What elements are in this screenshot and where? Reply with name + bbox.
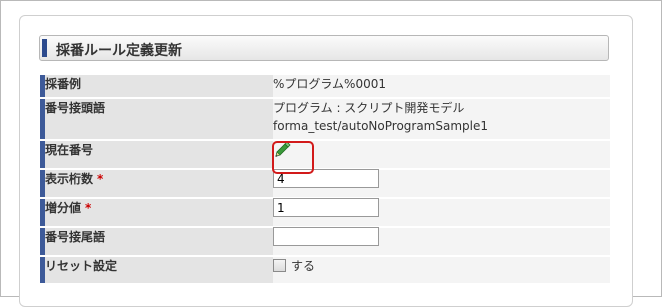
row-digits: 表示桁数 * (40, 169, 610, 197)
digits-value (273, 169, 610, 197)
row-suffix: 番号接尾語 (40, 227, 610, 255)
row-prefix: 番号接頭語 プログラム : スクリプト開発モデル forma_test/auto… (40, 99, 610, 139)
increment-value (273, 198, 610, 226)
reset-checkbox[interactable] (273, 259, 286, 272)
prefix-value: プログラム : スクリプト開発モデル forma_test/autoNoProg… (273, 99, 610, 139)
example-label: 採番例 (40, 75, 273, 97)
highlight-box (272, 141, 314, 174)
prefix-label: 番号接頭語 (40, 99, 273, 139)
required-mark: * (85, 201, 92, 215)
digits-label: 表示桁数 * (40, 170, 273, 197)
current-number-label: 現在番号 (40, 141, 273, 168)
page-title: 採番ルール定義更新 (56, 43, 182, 59)
prefix-value-line2: forma_test/autoNoProgramSample1 (273, 119, 489, 133)
suffix-value (273, 227, 610, 255)
suffix-input[interactable] (273, 227, 379, 246)
example-value: %プログラム%0001 (273, 75, 610, 97)
rule-form: 採番例 %プログラム%0001 番号接頭語 プログラム : スクリプト開発モデル… (40, 73, 610, 285)
row-current-number: 現在番号 (40, 141, 610, 168)
row-increment: 増分値 * (40, 198, 610, 226)
row-example: 採番例 %プログラム%0001 (40, 75, 610, 97)
increment-label: 増分値 * (40, 199, 273, 226)
increment-label-text: 増分値 (45, 201, 82, 215)
reset-value: する (273, 257, 610, 283)
prefix-value-line1: プログラム : スクリプト開発モデル (273, 101, 465, 115)
required-mark: * (97, 172, 104, 186)
suffix-label: 番号接尾語 (40, 228, 273, 255)
reset-checkbox-label[interactable]: する (291, 259, 315, 273)
section-header: 採番ルール定義更新 (39, 35, 609, 61)
row-reset: リセット設定 する (40, 257, 610, 283)
reset-label: リセット設定 (40, 257, 273, 283)
current-number-value (273, 141, 610, 168)
increment-input[interactable] (273, 198, 379, 217)
digits-label-text: 表示桁数 (45, 172, 94, 186)
header-accent-bar (42, 39, 47, 57)
